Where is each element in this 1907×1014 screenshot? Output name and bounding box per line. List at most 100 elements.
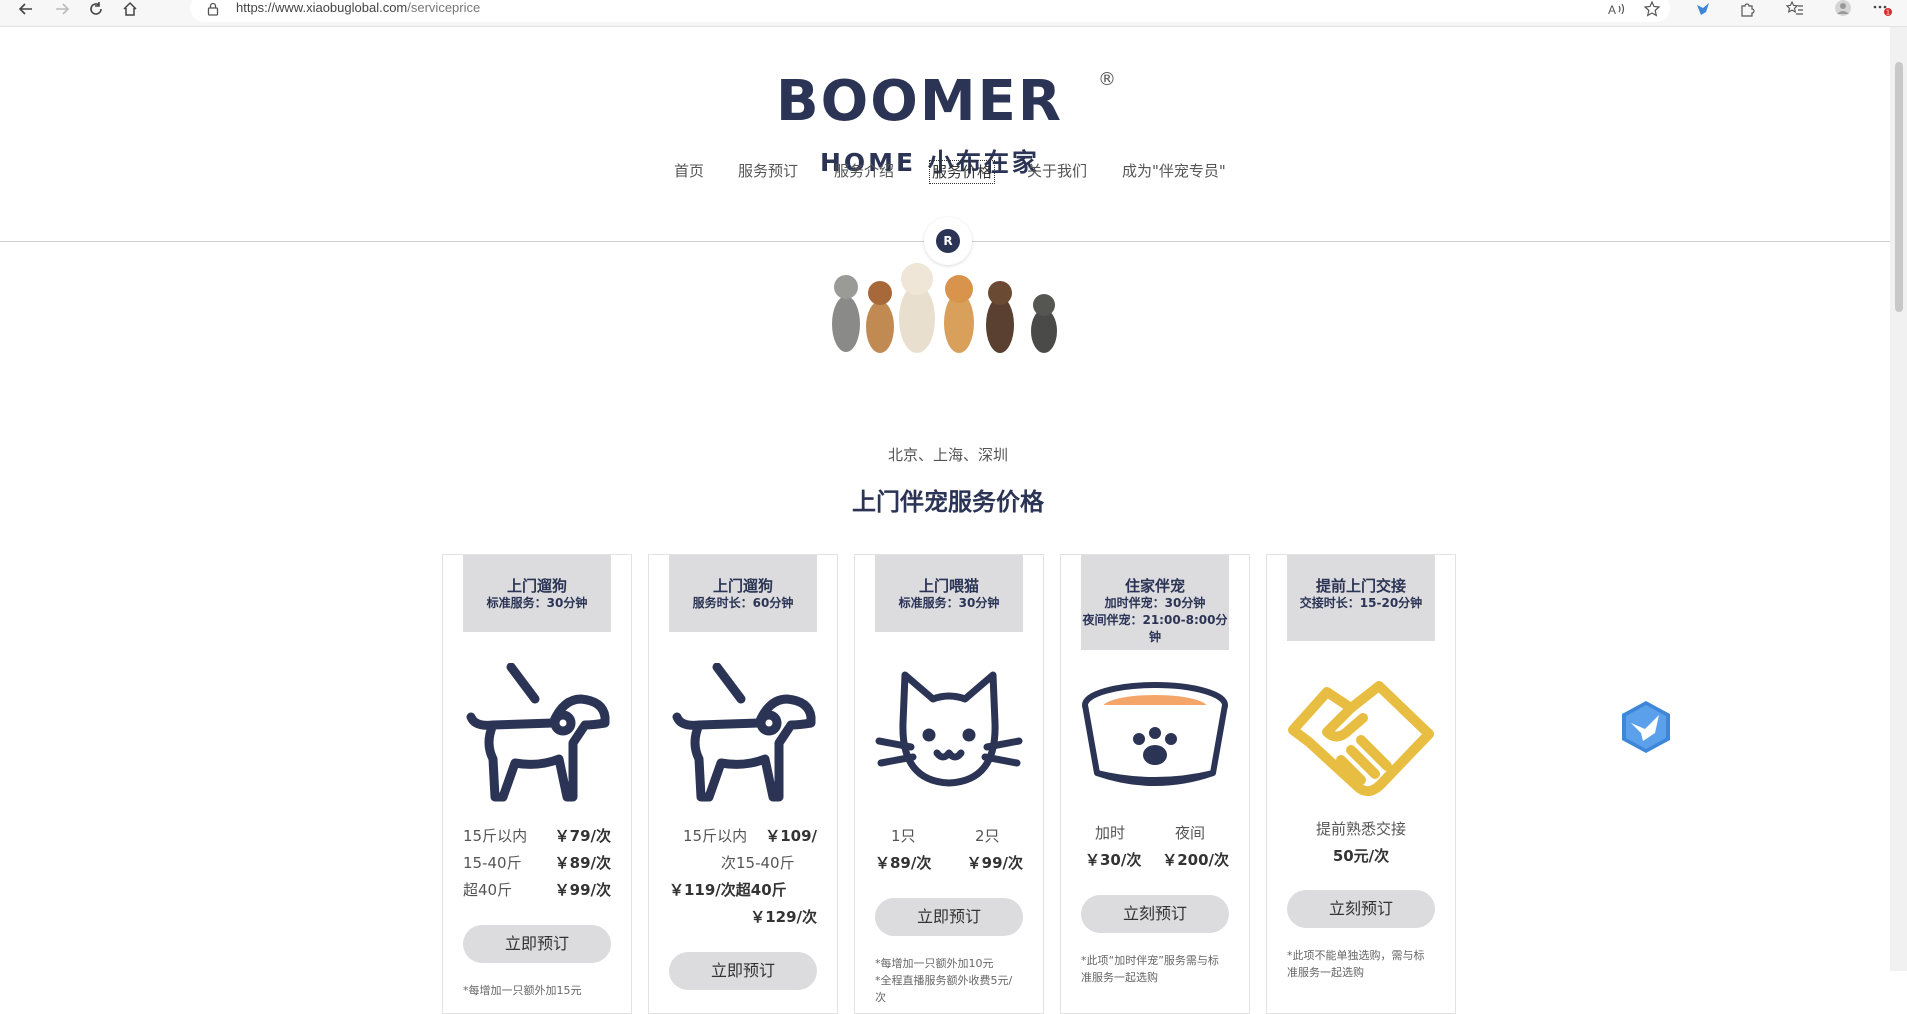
dog-walk-icon <box>466 663 610 802</box>
price-label: 加时 <box>1095 824 1126 842</box>
price-card-dog-walk-30: 上门遛狗 标准服务：30分钟 15斤以内 ￥79/次 15-40斤 ￥89/次 … <box>442 554 632 1014</box>
page-scrollbar[interactable] <box>1890 27 1907 971</box>
price-value: ￥30/次 <box>1085 851 1142 869</box>
dog-walk-icon <box>672 663 816 802</box>
more-menu-icon[interactable]: 1 <box>1872 0 1894 18</box>
card-header: 提前上门交接 交接时长：15-20分钟 <box>1287 555 1435 641</box>
card-title: 上门遛狗 <box>506 577 567 595</box>
nav-item-intro[interactable]: 服务介绍 <box>832 160 896 182</box>
favorite-add-icon[interactable] <box>1642 0 1664 18</box>
browser-toolbar: https://www.xiaobuglobal.com/servicepric… <box>0 0 1907 27</box>
read-aloud-icon[interactable]: A <box>1606 0 1628 18</box>
card-note: *此项不能单独选购，需与标准服务一起选购 <box>1287 949 1425 979</box>
card-header: 上门遛狗 标准服务：30分钟 <box>463 555 611 632</box>
price-label: 2只 <box>975 827 1000 845</box>
price-label: 15斤以内 <box>683 827 748 845</box>
price-row: 超40斤 ￥99/次 <box>463 879 611 901</box>
price-value: ￥89/次 <box>875 854 932 872</box>
forward-icon[interactable] <box>50 0 74 18</box>
book-button[interactable]: 立即预订 <box>669 952 817 990</box>
nav-item-price[interactable]: 服务价格 <box>929 160 996 184</box>
card-header: 上门遛狗 服务时长：60分钟 <box>669 555 817 632</box>
page-title: 上门伴宠服务价格 <box>852 488 1044 516</box>
price-value: ￥200/次 <box>1162 851 1229 869</box>
logo-wordmark: BOOMER <box>776 69 1063 134</box>
price-value: ￥109/ <box>765 827 817 845</box>
card-header: 住家伴宠 加时伴宠：30分钟 夜间伴宠：21:00-8:00分钟 <box>1081 555 1229 650</box>
card-note: *此项“加时伴宠”服务需与标准服务一起选购 <box>1081 954 1219 984</box>
price-row: 提前熟悉交接 <box>1287 818 1435 840</box>
book-button[interactable]: 立刻预订 <box>1081 895 1229 933</box>
handshake-icon <box>1288 681 1434 797</box>
card-subtitle: 交接时长：15-20分钟 <box>1299 596 1423 610</box>
price-value: ￥129/次 <box>750 908 817 926</box>
card-title: 住家伴宠 <box>1124 577 1185 595</box>
home-icon[interactable] <box>118 0 142 18</box>
price-row: 15斤以内 ￥79/次 <box>463 825 611 847</box>
pet-silhouettes <box>832 263 1057 353</box>
price-label: 1只 <box>891 827 916 845</box>
card-subtitle: 服务时长：60分钟 <box>692 596 794 610</box>
scrollbar-thumb[interactable] <box>1895 62 1903 312</box>
url-host: https://www.xiaobuglobal.com <box>236 0 408 15</box>
nav-item-join[interactable]: 成为"伴宠专员" <box>1120 160 1228 182</box>
price-row: 50元/次 <box>1287 845 1435 867</box>
price-label: 超40斤 <box>463 881 513 899</box>
price-row: 加时 夜间 <box>1081 822 1229 844</box>
price-label: 夜间 <box>1175 824 1206 842</box>
card-subtitle: 夜间伴宠：21:00-8:00分钟 <box>1082 613 1228 644</box>
price-row: ￥129/次 <box>669 906 817 928</box>
card-title: 上门遛狗 <box>712 577 773 595</box>
price-value: ￥79/次 <box>554 827 611 845</box>
nav-item-home[interactable]: 首页 <box>672 160 706 182</box>
url-text[interactable]: https://www.xiaobuglobal.com/servicepric… <box>236 0 480 16</box>
price-value: 50元/次 <box>1332 847 1390 865</box>
extensions-puzzle-icon[interactable] <box>1736 0 1758 18</box>
price-row: 次15-40斤 <box>669 852 817 874</box>
price-card-dog-walk-60: 上门遛狗 服务时长：60分钟 15斤以内 ￥109/ 次15-40斤 ￥119/… <box>648 554 838 1014</box>
price-label: 次15-40斤 <box>721 854 795 872</box>
pets-group-image <box>832 263 1057 353</box>
card-subtitle: 标准服务：30分钟 <box>486 596 588 610</box>
refresh-icon[interactable] <box>84 0 108 18</box>
pet-bowl-icon <box>1082 682 1228 786</box>
url-path: /serviceprice <box>407 0 481 15</box>
card-title: 提前上门交接 <box>1315 577 1406 595</box>
book-button[interactable]: 立刻预订 <box>1287 890 1435 928</box>
favorites-icon[interactable] <box>1784 0 1806 18</box>
profile-avatar-icon[interactable] <box>1832 0 1854 18</box>
price-label: 15-40斤 <box>463 854 522 872</box>
price-value: ￥89/次 <box>554 854 611 872</box>
card-note: *每增加一只额外加15元 <box>463 984 582 997</box>
price-value: ￥99/次 <box>554 881 611 899</box>
lock-icon[interactable] <box>201 0 225 18</box>
card-subtitle: 加时伴宠：30分钟 <box>1104 596 1206 610</box>
price-label: 15斤以内 <box>463 827 528 845</box>
price-row: ￥30/次 ￥200/次 <box>1081 849 1229 871</box>
cities-label: 北京、上海、深圳 <box>887 446 1008 464</box>
price-label: 提前熟悉交接 <box>1315 820 1406 838</box>
notification-count: 1 <box>1886 10 1890 17</box>
back-icon[interactable] <box>14 0 38 18</box>
price-card-cat-feeding: 上门喂猫 标准服务：30分钟 1只 2只 ￥89/次 ￥99/次 立即预订 *每… <box>854 554 1044 1014</box>
card-title: 上门喂猫 <box>918 577 979 595</box>
book-button[interactable]: 立即预订 <box>463 925 611 963</box>
card-note: *每增加一只额外加10元 *全程直播服务额外收费5元/次 <box>875 957 1013 1004</box>
svg-text:A: A <box>1608 3 1616 16</box>
price-row: 15斤以内 ￥109/ <box>669 825 817 847</box>
book-button[interactable]: 立即预订 <box>875 898 1023 936</box>
card-header: 上门喂猫 标准服务：30分钟 <box>875 555 1023 632</box>
price-label: ￥119/次超40斤 <box>669 881 787 899</box>
extension-bird-icon[interactable] <box>1692 0 1714 18</box>
floating-bird-widget-icon[interactable] <box>1619 699 1673 755</box>
nav-item-booking[interactable]: 服务预订 <box>736 160 800 182</box>
price-card-home-sitting: 住家伴宠 加时伴宠：30分钟 夜间伴宠：21:00-8:00分钟 加时 夜间 ￥ <box>1060 554 1250 1014</box>
logo-registered-mark: ® <box>1098 69 1116 90</box>
cat-face-icon <box>875 671 1023 787</box>
page-content: BOOMER ® HOME 小布在家 首页 服务预订 服务介绍 服务价格 关于我… <box>0 27 1890 1014</box>
price-row: 15-40斤 ￥89/次 <box>463 852 611 874</box>
nav-item-about[interactable]: 关于我们 <box>1025 160 1089 182</box>
price-value: ￥99/次 <box>966 854 1023 872</box>
price-row: ￥119/次超40斤 <box>669 879 817 901</box>
card-subtitle: 标准服务：30分钟 <box>898 596 1000 610</box>
